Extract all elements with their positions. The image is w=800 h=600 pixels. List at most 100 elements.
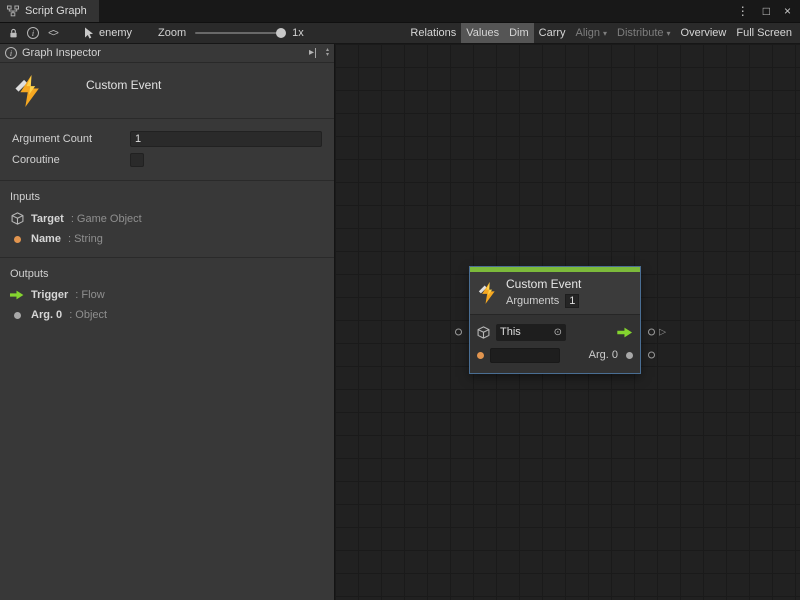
unit-header: Custom Event [0, 63, 334, 118]
spin-down-icon[interactable]: ▾ [326, 53, 329, 58]
port-type: : String [68, 233, 103, 245]
port-type: : Object [69, 309, 107, 321]
arg0-label: Arg. 0 [589, 349, 618, 361]
node-header-text: Custom Event Arguments 1 [506, 277, 581, 308]
custom-event-icon [478, 282, 498, 304]
maximize-icon[interactable]: □ [763, 4, 770, 18]
info-icon: i [5, 47, 17, 59]
coroutine-label: Coroutine [12, 154, 130, 166]
graph-inspector-panel: i Graph Inspector ▸ ▴ ▾ Custom Event Arg… [0, 44, 335, 600]
close-icon[interactable]: × [784, 4, 791, 18]
cube-icon [10, 212, 24, 225]
overview-label: Overview [681, 27, 727, 39]
relations-button[interactable]: Relations [405, 23, 461, 43]
node-arguments: Arguments 1 [506, 294, 581, 308]
dim-label: Dim [509, 27, 529, 39]
zoom-slider[interactable] [195, 32, 283, 34]
output-port-trigger: Trigger : Flow [0, 285, 334, 305]
value-port-icon [10, 236, 24, 243]
code-view-button[interactable]: <> [43, 24, 63, 42]
dim-button[interactable]: Dim [504, 23, 534, 43]
unit-fields: Argument Count Coroutine [0, 119, 334, 180]
distribute-button[interactable]: Distribute ▾ [612, 23, 675, 43]
port-name: Arg. 0 [31, 309, 62, 321]
flow-arrow-icon [10, 290, 24, 300]
input-port-name: Name : String [0, 229, 334, 249]
arg0-port-row: Arg. 0 [477, 345, 633, 365]
breadcrumb[interactable]: enemy [83, 27, 132, 39]
panel-header-controls: ▸ ▴ ▾ [309, 48, 329, 58]
overview-button[interactable]: Overview [676, 23, 732, 43]
input-port-target: Target : Game Object [0, 208, 334, 229]
full-screen-button[interactable]: Full Screen [731, 23, 797, 43]
zoom-label: Zoom [158, 27, 186, 39]
panel-title: Graph Inspector [22, 47, 101, 59]
dock-panel-icon[interactable]: ▸ [309, 48, 316, 58]
input-connector[interactable] [455, 329, 462, 336]
unit-title: Custom Event [86, 78, 161, 92]
window-controls: ⋮ □ × [737, 0, 800, 22]
align-button[interactable]: Align ▾ [571, 23, 612, 43]
argument-count-row: Argument Count [12, 128, 322, 149]
lock-button[interactable] [3, 24, 23, 42]
window-menu-icon[interactable]: ⋮ [737, 4, 749, 18]
cursor-icon [83, 27, 94, 39]
zoom-value: 1x [292, 27, 304, 39]
trigger-port-row: This ⊙ ▷ [477, 322, 633, 342]
toolbar-buttons: Relations Values Dim Carry Align ▾ Distr… [405, 23, 797, 43]
distribute-label: Distribute [617, 27, 663, 39]
arguments-value[interactable]: 1 [565, 294, 579, 308]
code-icon: <> [48, 28, 58, 39]
unity-script-graph-window: { "colors": { "event_accent": "#7CBA3B",… [0, 0, 800, 600]
carry-label: Carry [539, 27, 566, 39]
port-name: Trigger [31, 289, 68, 301]
name-value-input[interactable] [490, 348, 560, 363]
scroll-spinner[interactable]: ▴ ▾ [326, 48, 329, 58]
output-port-arg0: Arg. 0 : Object [0, 305, 334, 325]
port-name: Name [31, 233, 61, 245]
target-value: This [500, 326, 551, 338]
flow-arrow-icon [617, 327, 633, 338]
relations-label: Relations [410, 27, 456, 39]
object-picker-icon[interactable]: ⊙ [554, 327, 562, 338]
value-port-icon[interactable] [626, 352, 633, 359]
chevron-down-icon: ▾ [603, 29, 607, 38]
node-title: Custom Event [506, 277, 581, 291]
carry-button[interactable]: Carry [534, 23, 571, 43]
output-connector[interactable] [648, 329, 655, 336]
node-header[interactable]: Custom Event Arguments 1 [470, 272, 640, 314]
coroutine-row: Coroutine [12, 149, 322, 170]
cube-icon [477, 326, 490, 339]
port-name: Target [31, 213, 64, 225]
values-label: Values [466, 27, 499, 39]
node-body: This ⊙ ▷ Arg. 0 [470, 314, 640, 373]
custom-event-icon [14, 75, 44, 107]
port-type: : Game Object [71, 213, 142, 225]
port-type: : Flow [75, 289, 104, 301]
tab-script-graph[interactable]: Script Graph [0, 0, 99, 22]
zoom-slider-knob[interactable] [276, 28, 286, 38]
custom-event-node[interactable]: Custom Event Arguments 1 This ⊙ [470, 267, 640, 373]
chevron-down-icon: ▾ [667, 29, 671, 38]
graph-inspector-header: i Graph Inspector ▸ ▴ ▾ [0, 44, 334, 63]
inputs-heading: Inputs [0, 181, 334, 208]
value-port-icon[interactable] [477, 352, 484, 359]
info-icon: i [27, 27, 39, 39]
full-screen-label: Full Screen [736, 27, 792, 39]
inspector-toggle-button[interactable]: i [23, 24, 43, 42]
value-port-icon [10, 312, 24, 319]
outputs-heading: Outputs [0, 258, 334, 285]
argument-count-label: Argument Count [12, 133, 130, 145]
argument-count-input[interactable] [130, 131, 322, 147]
target-dropdown[interactable]: This ⊙ [496, 324, 566, 341]
graph-canvas[interactable]: Custom Event Arguments 1 This ⊙ [335, 44, 800, 600]
breadcrumb-label: enemy [99, 27, 132, 39]
titlebar: Script Graph ⋮ □ × [0, 0, 800, 22]
flow-triangle-icon: ▷ [659, 326, 666, 337]
tab-label: Script Graph [25, 5, 87, 17]
output-connector[interactable] [648, 352, 655, 359]
graph-icon [7, 5, 19, 17]
arguments-label: Arguments [506, 295, 559, 307]
values-button[interactable]: Values [461, 23, 504, 43]
coroutine-checkbox[interactable] [130, 153, 144, 167]
